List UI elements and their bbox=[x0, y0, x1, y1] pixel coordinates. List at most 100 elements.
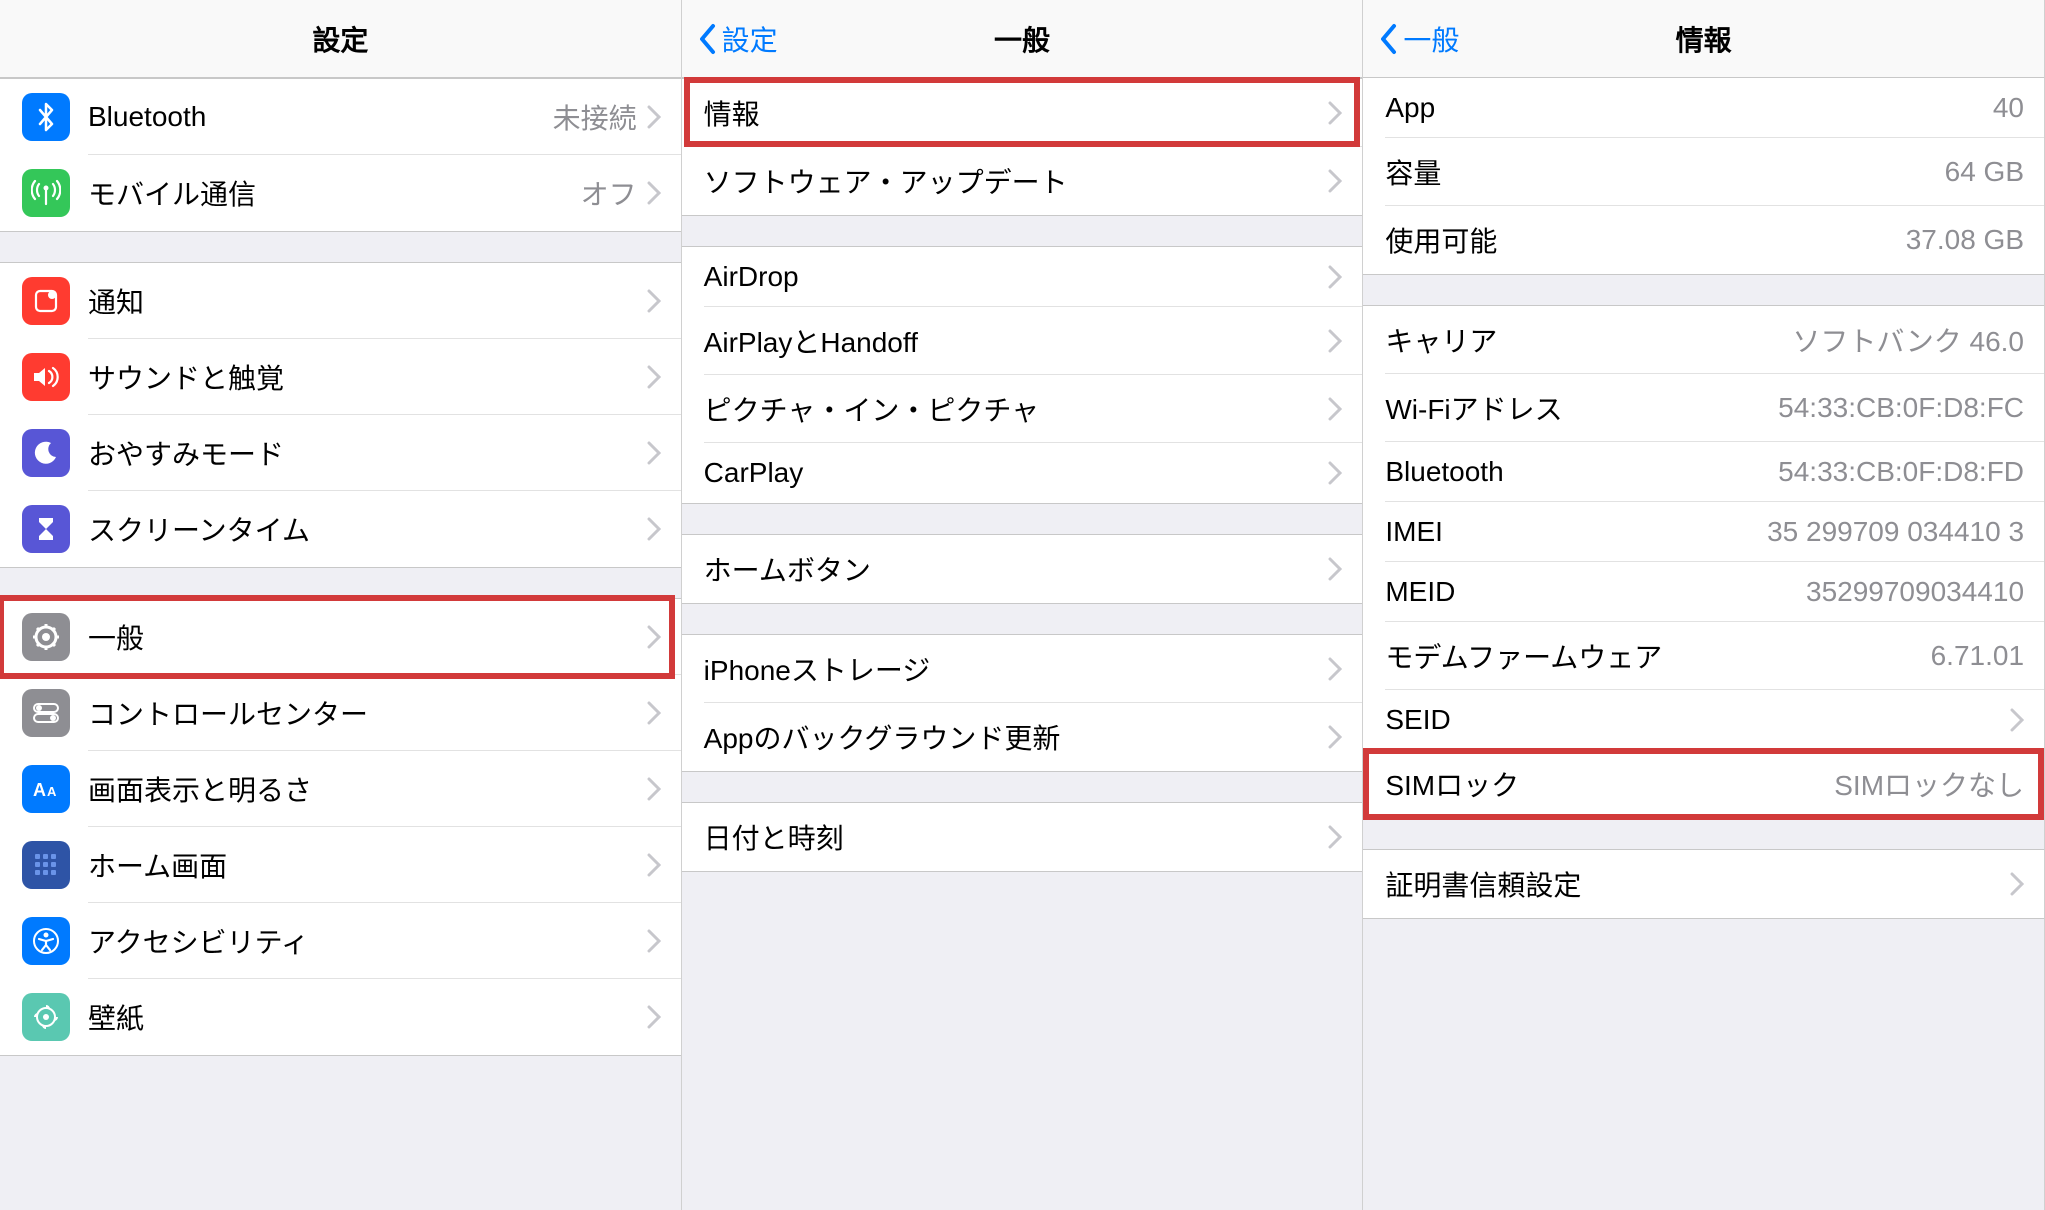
row-carplay[interactable]: CarPlay bbox=[682, 443, 1363, 503]
row-value: 35299709034410 bbox=[1806, 576, 2024, 608]
row-label: Appのバックグラウンド更新 bbox=[704, 717, 1329, 757]
svg-text:A: A bbox=[33, 780, 46, 800]
chevron-right-icon bbox=[647, 517, 661, 541]
row-label: CarPlay bbox=[704, 457, 1329, 489]
chevron-right-icon bbox=[1328, 657, 1342, 681]
nav-title: 情報 bbox=[1363, 19, 2044, 59]
row-notifications[interactable]: 通知 bbox=[0, 263, 681, 339]
row-label: スクリーンタイム bbox=[88, 509, 647, 549]
chevron-right-icon bbox=[647, 1005, 661, 1029]
nav-title: 設定 bbox=[0, 19, 681, 59]
row-accessibility[interactable]: アクセシビリティ bbox=[0, 903, 681, 979]
row-cert-trust[interactable]: 証明書信頼設定 bbox=[1363, 850, 2044, 918]
row-storage[interactable]: iPhoneストレージ bbox=[682, 635, 1363, 703]
row-value: 54:33:CB:0F:D8:FD bbox=[1778, 456, 2024, 488]
group-about: 情報 ソフトウェア・アップデート bbox=[682, 78, 1363, 216]
row-value: 未接続 bbox=[553, 97, 637, 137]
nav-bar: 設定 一般 bbox=[682, 0, 1363, 78]
row-seid[interactable]: SEID bbox=[1363, 690, 2044, 750]
antenna-icon bbox=[22, 169, 70, 217]
row-label: ピクチャ・イン・ピクチャ bbox=[704, 389, 1329, 429]
row-pip[interactable]: ピクチャ・イン・ピクチャ bbox=[682, 375, 1363, 443]
row-value: 40 bbox=[1993, 92, 2024, 124]
row-airplay[interactable]: AirPlayとHandoff bbox=[682, 307, 1363, 375]
row-general[interactable]: 一般 bbox=[0, 599, 681, 675]
row-value: ソフトバンク 46.0 bbox=[1792, 320, 2024, 360]
chevron-right-icon bbox=[647, 701, 661, 725]
chevron-right-icon bbox=[647, 441, 661, 465]
back-button[interactable]: 設定 bbox=[698, 19, 778, 59]
svg-text:A: A bbox=[47, 784, 57, 799]
chevron-right-icon bbox=[2010, 872, 2024, 896]
group-device-info: キャリア ソフトバンク 46.0 Wi-Fiアドレス 54:33:CB:0F:D… bbox=[1363, 305, 2044, 819]
row-dnd[interactable]: おやすみモード bbox=[0, 415, 681, 491]
chevron-right-icon bbox=[1328, 265, 1342, 289]
row-label: モバイル通信 bbox=[88, 173, 581, 213]
row-cellular[interactable]: モバイル通信 オフ bbox=[0, 155, 681, 231]
row-label: コントロールセンター bbox=[88, 693, 647, 733]
row-label: SIMロック bbox=[1385, 764, 1834, 804]
sound-icon bbox=[22, 353, 70, 401]
row-capacity: 容量 64 GB bbox=[1363, 138, 2044, 206]
chevron-right-icon bbox=[1328, 169, 1342, 193]
row-home-button[interactable]: ホームボタン bbox=[682, 535, 1363, 603]
row-label: 情報 bbox=[704, 93, 1329, 133]
row-label: 通知 bbox=[88, 281, 647, 321]
chevron-right-icon bbox=[647, 105, 661, 129]
row-label: AirDrop bbox=[704, 261, 1329, 293]
chevron-right-icon bbox=[1328, 825, 1342, 849]
settings-panel: 設定 Bluetooth 未接続 モバイル通信 オフ 通知 bbox=[0, 0, 682, 1210]
row-sounds[interactable]: サウンドと触覚 bbox=[0, 339, 681, 415]
row-label: AirPlayとHandoff bbox=[704, 321, 1329, 361]
moon-icon bbox=[22, 429, 70, 477]
row-label: キャリア bbox=[1385, 320, 1792, 360]
row-software-update[interactable]: ソフトウェア・アップデート bbox=[682, 147, 1363, 215]
row-wallpaper[interactable]: 壁紙 bbox=[0, 979, 681, 1055]
row-label: 壁紙 bbox=[88, 997, 647, 1037]
row-value: SIMロックなし bbox=[1834, 764, 2024, 804]
row-meid: MEID 35299709034410 bbox=[1363, 562, 2044, 622]
row-bluetooth[interactable]: Bluetooth 未接続 bbox=[0, 79, 681, 155]
chevron-right-icon bbox=[647, 365, 661, 389]
row-control-center[interactable]: コントロールセンター bbox=[0, 675, 681, 751]
row-bg-refresh[interactable]: Appのバックグラウンド更新 bbox=[682, 703, 1363, 771]
group-date: 日付と時刻 bbox=[682, 802, 1363, 872]
chevron-right-icon bbox=[647, 777, 661, 801]
nav-bar: 一般 情報 bbox=[1363, 0, 2044, 78]
row-modem-firmware: モデムファームウェア 6.71.01 bbox=[1363, 622, 2044, 690]
row-label: Bluetooth bbox=[1385, 456, 1778, 488]
switches-icon bbox=[22, 689, 70, 737]
chevron-right-icon bbox=[647, 853, 661, 877]
grid-icon bbox=[22, 841, 70, 889]
row-date-time[interactable]: 日付と時刻 bbox=[682, 803, 1363, 871]
row-value: オフ bbox=[581, 173, 637, 213]
row-about[interactable]: 情報 bbox=[682, 79, 1363, 147]
row-home-screen[interactable]: ホーム画面 bbox=[0, 827, 681, 903]
chevron-right-icon bbox=[1328, 725, 1342, 749]
row-label: サウンドと触覚 bbox=[88, 357, 647, 397]
row-sim-lock: SIMロック SIMロックなし bbox=[1363, 750, 2044, 818]
chevron-right-icon bbox=[647, 181, 661, 205]
row-label: Bluetooth bbox=[88, 101, 553, 133]
row-airdrop[interactable]: AirDrop bbox=[682, 247, 1363, 307]
row-display[interactable]: AA 画面表示と明るさ bbox=[0, 751, 681, 827]
chevron-right-icon bbox=[647, 289, 661, 313]
chevron-right-icon bbox=[1328, 557, 1342, 581]
group-general: 一般 コントロールセンター AA 画面表示と明るさ ホーム画面 bbox=[0, 598, 681, 1056]
row-screentime[interactable]: スクリーンタイム bbox=[0, 491, 681, 567]
row-label: App bbox=[1385, 92, 1993, 124]
row-label: iPhoneストレージ bbox=[704, 649, 1329, 689]
nav-bar: 設定 bbox=[0, 0, 681, 78]
back-button[interactable]: 一般 bbox=[1379, 19, 1459, 59]
nav-title: 一般 bbox=[682, 19, 1363, 59]
row-value: 64 GB bbox=[1945, 156, 2024, 188]
wallpaper-icon bbox=[22, 993, 70, 1041]
group-connectivity: Bluetooth 未接続 モバイル通信 オフ bbox=[0, 78, 681, 232]
group-notifications: 通知 サウンドと触覚 おやすみモード スクリーンタイム bbox=[0, 262, 681, 568]
text-size-icon: AA bbox=[22, 765, 70, 813]
chevron-right-icon bbox=[647, 929, 661, 953]
chevron-right-icon bbox=[1328, 101, 1342, 125]
row-label: ホームボタン bbox=[704, 549, 1329, 589]
back-label: 設定 bbox=[722, 19, 778, 59]
chevron-right-icon bbox=[1328, 397, 1342, 421]
